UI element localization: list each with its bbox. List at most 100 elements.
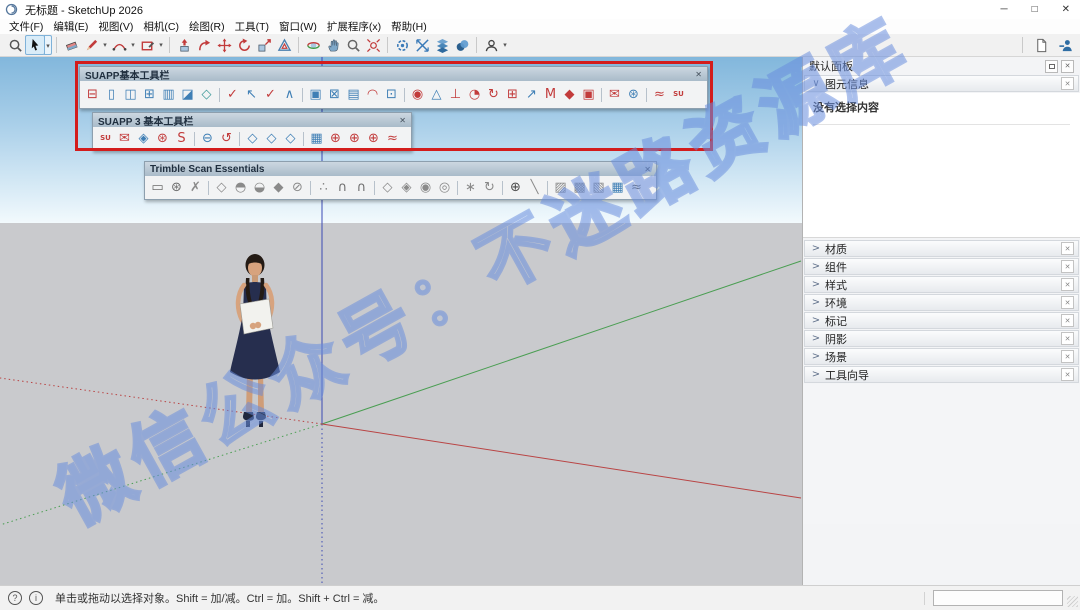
menu-item[interactable]: 相机(C) <box>138 19 184 34</box>
zoom-icon[interactable] <box>343 35 363 55</box>
toolbar-title-bar[interactable]: Trimble Scan Essentials ✕ <box>145 162 656 176</box>
float-panel-icon[interactable] <box>1045 59 1058 73</box>
tool-icon[interactable]: ∴ <box>314 181 333 194</box>
menu-item[interactable]: 绘图(R) <box>184 19 230 34</box>
chevron-right-icon[interactable]: > <box>809 279 823 290</box>
chevron-down-icon[interactable]: ▾ <box>157 35 165 55</box>
tool-icon[interactable]: ▨ <box>551 181 570 194</box>
menu-item[interactable]: 文件(F) <box>4 19 48 34</box>
tool-icon[interactable]: ▩ <box>570 181 589 194</box>
close-icon[interactable]: ✕ <box>1061 368 1074 381</box>
tool-icon[interactable]: ⊕ <box>506 181 525 194</box>
tool-icon[interactable]: ▧ <box>589 181 608 194</box>
chevron-right-icon[interactable]: > <box>809 297 823 308</box>
tool-icon[interactable]: ▭ <box>148 181 167 194</box>
close-icon[interactable]: ✕ <box>1061 242 1074 255</box>
tool-icon[interactable]: ⊛ <box>167 181 186 194</box>
panel-section[interactable]: > 材质 ✕ <box>804 240 1079 257</box>
tool-icon[interactable]: ◆ <box>269 181 288 194</box>
close-icon[interactable]: ✕ <box>1061 332 1074 345</box>
chevron-right-icon[interactable]: > <box>809 333 823 344</box>
close-button[interactable]: ✕ <box>1062 4 1070 15</box>
panel-section[interactable]: > 工具向导 ✕ <box>804 366 1079 383</box>
panel-section[interactable]: > 组件 ✕ <box>804 258 1079 275</box>
offset-icon[interactable] <box>274 35 294 55</box>
3d-viewport[interactable]: SUAPP基本工具栏 ✕ ⊟ ▯ ◫ ⊞ ▥ ◪ ◇ ✓ ↖ ✓ ∧ ▣ ⊠ ▤ ◠ ⊡ ◉ △ ⊥ ◔ ↻ ⊞ ↗ M ◆ ▣ ✉… <box>0 57 802 585</box>
move-icon[interactable] <box>214 35 234 55</box>
panel-section[interactable]: > 样式 ✕ <box>804 276 1079 293</box>
menu-item[interactable]: 编辑(E) <box>48 19 93 34</box>
panel-section[interactable]: > 标记 ✕ <box>804 312 1079 329</box>
panel-section[interactable]: > 阴影 ✕ <box>804 330 1079 347</box>
extension-3-icon[interactable] <box>432 35 452 55</box>
orbit-icon[interactable] <box>303 35 323 55</box>
tool-icon[interactable]: ◓ <box>231 181 250 194</box>
close-icon[interactable]: ✕ <box>1061 77 1074 90</box>
menu-item[interactable]: 视图(V) <box>93 19 138 34</box>
maximize-button[interactable]: □ <box>1032 4 1038 15</box>
chevron-down-icon[interactable]: ∨ <box>809 78 823 89</box>
close-icon[interactable]: ✕ <box>1061 350 1074 363</box>
close-icon[interactable]: ✕ <box>1061 278 1074 291</box>
rectangle-icon[interactable] <box>137 35 157 55</box>
tool-icon[interactable]: ∩ <box>333 181 352 194</box>
minimize-button[interactable]: ─ <box>1000 4 1007 15</box>
tool-icon[interactable]: ∩ <box>352 181 371 194</box>
chevron-right-icon[interactable]: > <box>809 351 823 362</box>
push-pull-icon[interactable] <box>174 35 194 55</box>
extension-4-icon[interactable] <box>452 35 472 55</box>
tool-icon[interactable]: ◒ <box>250 181 269 194</box>
chevron-right-icon[interactable]: > <box>809 369 823 380</box>
close-icon[interactable]: ✕ <box>1061 260 1074 273</box>
extension-2-icon[interactable] <box>412 35 432 55</box>
scale-figure-person[interactable] <box>216 252 294 436</box>
eraser-icon[interactable] <box>61 35 81 55</box>
info-icon[interactable]: i <box>29 591 43 605</box>
close-panel-icon[interactable]: ✕ <box>1061 59 1074 73</box>
new-document-icon[interactable] <box>1031 35 1051 55</box>
extension-1-icon[interactable] <box>392 35 412 55</box>
menu-item[interactable]: 工具(T) <box>230 19 274 34</box>
tool-icon[interactable]: ◉ <box>416 181 435 194</box>
chevron-down-icon[interactable]: ▾ <box>129 35 137 55</box>
tool-icon[interactable]: ≈ <box>627 181 646 194</box>
chevron-right-icon[interactable]: > <box>809 261 823 272</box>
tool-icon[interactable]: ◎ <box>435 181 454 194</box>
account-icon[interactable] <box>481 35 501 55</box>
menu-item[interactable]: 窗口(W) <box>274 19 322 34</box>
close-icon[interactable]: ✕ <box>644 165 651 174</box>
chevron-down-icon[interactable]: ▾ <box>44 35 52 55</box>
tool-icon[interactable]: ▦ <box>608 181 627 194</box>
tool-icon[interactable]: ╲ <box>525 181 544 194</box>
panel-section-entity-info[interactable]: ∨ 图元信息 ✕ <box>804 75 1079 92</box>
panel-section[interactable]: > 场景 ✕ <box>804 348 1079 365</box>
chevron-down-icon[interactable]: ▾ <box>101 35 109 55</box>
geolocation-icon[interactable]: ? <box>8 591 22 605</box>
resize-grip[interactable] <box>1067 596 1078 607</box>
chevron-right-icon[interactable]: > <box>809 243 823 254</box>
trimble-scan-essentials-toolbar[interactable]: Trimble Scan Essentials ✕ ▭ ⊛ ✗ ◇ ◓ ◒ ◆ ⊘ ∴ ∩ ∩ ◇ ◈ ◉… <box>144 161 657 200</box>
panel-section[interactable]: > 环境 ✕ <box>804 294 1079 311</box>
rotate-icon[interactable] <box>234 35 254 55</box>
line-icon[interactable] <box>81 35 101 55</box>
follow-me-icon[interactable] <box>194 35 214 55</box>
tool-icon[interactable]: ⊘ <box>288 181 307 194</box>
arc-icon[interactable] <box>109 35 129 55</box>
menu-item[interactable]: 帮助(H) <box>386 19 432 34</box>
search-icon[interactable] <box>5 35 25 55</box>
tool-icon[interactable]: ◇ <box>212 181 231 194</box>
scale-icon[interactable] <box>254 35 274 55</box>
menu-item[interactable]: 扩展程序(x) <box>322 19 386 34</box>
tool-icon[interactable]: ✗ <box>186 181 205 194</box>
pan-icon[interactable] <box>323 35 343 55</box>
share-model-icon[interactable] <box>1055 35 1075 55</box>
zoom-extents-icon[interactable] <box>363 35 383 55</box>
tool-icon[interactable]: ∗ <box>461 181 480 194</box>
tool-icon[interactable]: ↻ <box>480 181 499 194</box>
chevron-right-icon[interactable]: > <box>809 315 823 326</box>
measurement-input[interactable] <box>933 590 1063 606</box>
close-icon[interactable]: ✕ <box>1061 296 1074 309</box>
chevron-down-icon[interactable]: ▾ <box>501 35 509 55</box>
select-icon[interactable] <box>25 35 45 55</box>
tool-icon[interactable]: ◈ <box>397 181 416 194</box>
